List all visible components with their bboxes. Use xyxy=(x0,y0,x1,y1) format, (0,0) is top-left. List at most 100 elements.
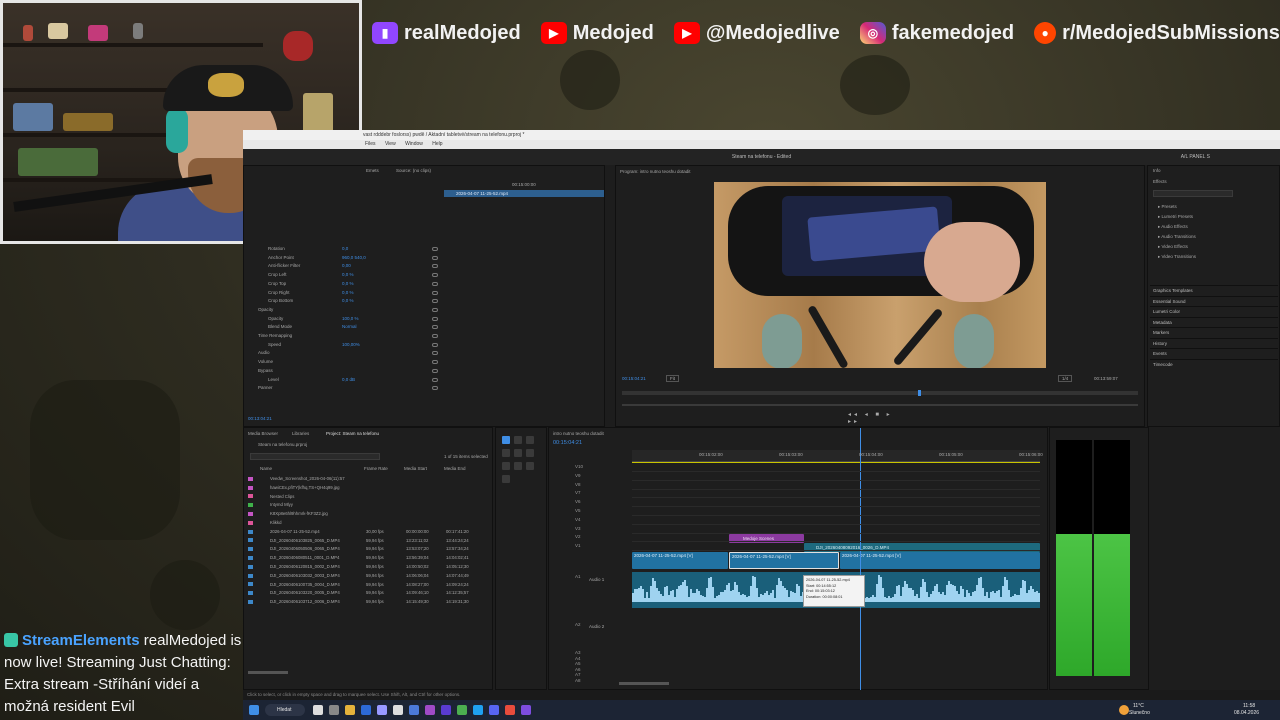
reset-icon[interactable] xyxy=(432,368,438,373)
audio-track-label[interactable]: A1 xyxy=(575,574,581,579)
column-media-start[interactable]: Media Start xyxy=(404,466,427,471)
tab-info[interactable]: Info xyxy=(1153,168,1161,173)
video-track-label[interactable]: V5 xyxy=(575,508,581,513)
project-item[interactable]: DJI_20260406080511_0001_D.MP4 59,94 fps 13… xyxy=(248,554,488,563)
timeline-playhead[interactable] xyxy=(860,428,861,691)
project-item[interactable]: 2026-04-07 11-25-52.mp4 30,00 fps 00:00:00… xyxy=(248,528,488,537)
menu-item[interactable]: Window xyxy=(405,141,423,147)
reset-icon[interactable] xyxy=(432,316,438,321)
audio-track-label[interactable]: A3 xyxy=(575,650,581,655)
ec-property-value[interactable]: 0,0 dB xyxy=(342,377,355,382)
menu-item[interactable]: Help xyxy=(432,141,442,147)
ec-property-value[interactable]: 0,00 xyxy=(342,263,351,268)
program-tab[interactable]: Program: intro nutno teoshu dotadit xyxy=(620,169,691,174)
ec-property-value[interactable]: 960,0 540,0 xyxy=(342,255,366,260)
clock-time[interactable]: 11:58 xyxy=(1243,703,1255,709)
effects-folder[interactable]: ▸ Audio Transitions xyxy=(1158,234,1196,240)
program-quality-select[interactable]: 1/4 xyxy=(1058,375,1073,382)
v1-clip-b[interactable]: 2026-04-07 11-25-52.mp4 [V] xyxy=(729,552,839,569)
pen-tool-icon[interactable] xyxy=(526,449,534,457)
razor-tool-icon[interactable] xyxy=(502,449,510,457)
effects-folder[interactable]: ▸ Audio Effects xyxy=(1158,224,1188,230)
reset-icon[interactable] xyxy=(432,325,438,330)
project-scrollbar[interactable] xyxy=(248,671,288,674)
project-item[interactable]: DJI_20260406050506_0065_D.MP4 59,94 fps 13… xyxy=(248,545,488,554)
effects-folder[interactable]: ▸ Video Effects xyxy=(1158,244,1188,250)
effects-folder[interactable]: ▸ Lumetri Presets xyxy=(1158,214,1193,220)
video-track-label[interactable]: V4 xyxy=(575,517,581,522)
explorer-icon[interactable] xyxy=(345,705,355,715)
app-icon[interactable] xyxy=(361,705,371,715)
tab-libraries[interactable]: Libraries xyxy=(292,431,309,436)
hand-tool-icon[interactable] xyxy=(514,462,522,470)
project-search-input[interactable] xyxy=(250,453,380,460)
ec-property-value[interactable]: Normal xyxy=(342,324,357,329)
reset-icon[interactable] xyxy=(432,264,438,269)
rectangle-tool-icon[interactable] xyxy=(502,462,510,470)
ec-property-value[interactable]: 0,0 % xyxy=(342,298,354,303)
video-track-label[interactable]: V9 xyxy=(575,473,581,478)
reset-icon[interactable] xyxy=(432,307,438,312)
slip-tool-icon[interactable] xyxy=(514,449,522,457)
work-area-bar[interactable] xyxy=(632,462,1040,463)
transport-controls[interactable]: ◂◂ ◂ ■ ▸ ▸▸ xyxy=(848,411,908,425)
tab-effect-controls[interactable]: Emets xyxy=(366,168,379,173)
video-track-label[interactable]: V7 xyxy=(575,490,581,495)
video-track-label[interactable]: V3 xyxy=(575,526,581,531)
ripple-tool-icon[interactable] xyxy=(526,436,534,444)
workspace-label[interactable]: A/L PANEL S xyxy=(1181,149,1210,165)
program-scrubber[interactable] xyxy=(622,391,1138,395)
task-view-icon[interactable] xyxy=(313,705,323,715)
audio-track-label[interactable]: A2 xyxy=(575,622,581,627)
reset-icon[interactable] xyxy=(432,342,438,347)
program-playhead[interactable] xyxy=(918,390,921,396)
effects-search-input[interactable] xyxy=(1153,190,1233,197)
menu-item[interactable]: View xyxy=(385,141,396,147)
project-item[interactable]: DJI_20260406103032_0003_D.MP4 59,94 fps 14… xyxy=(248,572,488,581)
app-icon[interactable] xyxy=(393,705,403,715)
app-icon[interactable] xyxy=(457,705,467,715)
app-icon[interactable] xyxy=(409,705,419,715)
ec-property-value[interactable]: 0,0 % xyxy=(342,281,354,286)
timeline-ruler[interactable] xyxy=(632,450,1040,462)
reset-icon[interactable] xyxy=(432,360,438,365)
video-track-label[interactable]: V10 xyxy=(575,464,583,469)
app-icon[interactable] xyxy=(377,705,387,715)
tab-media-browser[interactable]: Media Browser xyxy=(248,431,278,436)
side-section[interactable]: Lumetri Color xyxy=(1150,306,1278,315)
audio-track-label[interactable]: A7 xyxy=(575,672,581,677)
project-item[interactable]: Klikkd xyxy=(248,519,488,528)
video-track-label[interactable]: V1 xyxy=(575,543,581,548)
column-name[interactable]: Name xyxy=(260,466,272,471)
ec-property-value[interactable]: 100,00% xyxy=(342,342,360,347)
ec-property-value[interactable]: 0,0 xyxy=(342,246,348,251)
project-item[interactable]: DJI_20260406103220_0005_D.MP4 59,94 fps 14… xyxy=(248,589,488,598)
premiere-icon[interactable] xyxy=(425,705,435,715)
project-item[interactable]: DJI_20260406103825_0065_D.MP4 59,94 fps 13… xyxy=(248,537,488,546)
side-section[interactable]: Graphics Templates xyxy=(1150,285,1278,294)
side-section[interactable]: Metadata xyxy=(1150,316,1278,326)
video-track-label[interactable]: V6 xyxy=(575,499,581,504)
audio-track-label[interactable]: A8 xyxy=(575,678,581,683)
side-section[interactable]: Essential Sound xyxy=(1150,295,1278,305)
program-fit-select[interactable]: Fit xyxy=(666,375,679,382)
audio-track-label[interactable]: A5 xyxy=(575,661,581,666)
ec-property-value[interactable]: 0,0 % xyxy=(342,290,354,295)
column-media-end[interactable]: Media End xyxy=(444,466,466,471)
tab-source[interactable]: Source: (no clips) xyxy=(396,168,431,173)
effects-folder[interactable]: ▸ Presets xyxy=(1158,204,1177,210)
program-zoom-bar[interactable] xyxy=(622,404,1138,406)
project-item[interactable]: DJI_20260406103712_0006_D.MP4 59,94 fps 14… xyxy=(248,598,488,607)
side-section[interactable]: History xyxy=(1150,337,1278,347)
timeline-scrollbar[interactable] xyxy=(619,682,669,685)
app-icon[interactable] xyxy=(489,705,499,715)
project-item[interactable]: K8Xp8e6hl9hhmrk-fKF3Z2.jpg xyxy=(248,510,488,519)
ec-property-value[interactable]: 100,0 % xyxy=(342,316,359,321)
video-track-label[interactable]: V2 xyxy=(575,534,581,539)
audio-track-label[interactable]: A4 xyxy=(575,656,581,661)
reset-icon[interactable] xyxy=(432,386,438,391)
reset-icon[interactable] xyxy=(432,299,438,304)
column-frame-rate[interactable]: Frame Rate xyxy=(364,466,388,471)
reset-icon[interactable] xyxy=(432,255,438,260)
audio-track-label[interactable]: A6 xyxy=(575,667,581,672)
